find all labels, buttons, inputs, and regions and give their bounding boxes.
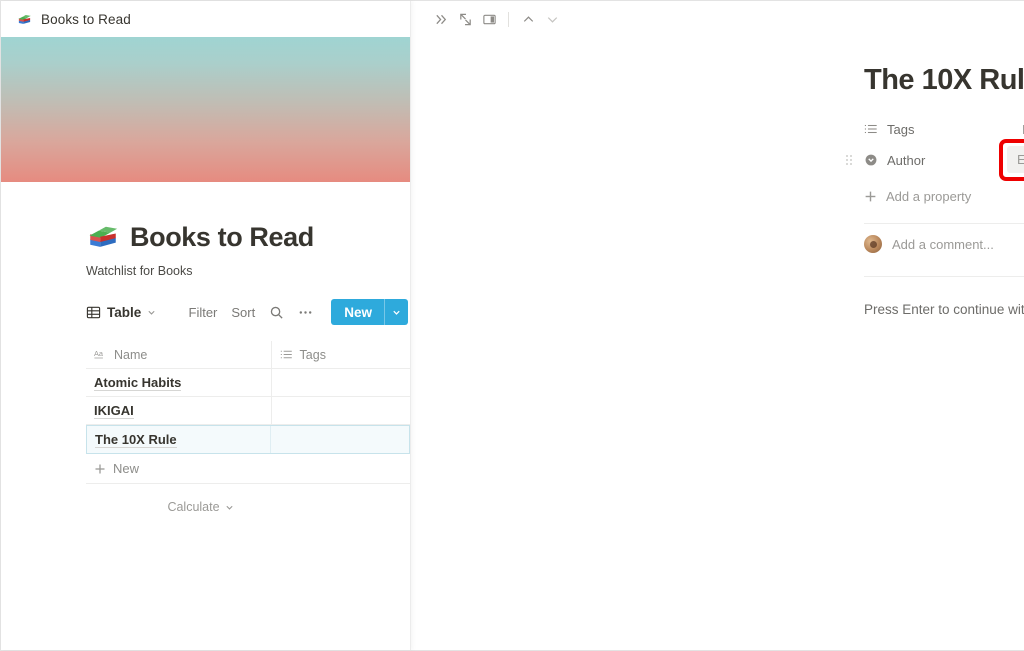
search-icon[interactable]: [269, 305, 284, 320]
page-properties: Tags Empty A: [846, 115, 1024, 211]
add-new-row-label: New: [113, 461, 140, 476]
row-name-cell[interactable]: IKIGAI: [86, 397, 272, 424]
breadcrumb-title[interactable]: Books to Read: [41, 12, 131, 27]
calculate-button[interactable]: Calculate: [167, 500, 233, 514]
property-label-author-text: Author: [887, 152, 926, 168]
table-body: Atomic Habits IKIGAI The 10X Rule: [86, 369, 410, 454]
view-tab-table[interactable]: Table: [86, 305, 156, 320]
row-name-text: The 10X Rule: [95, 431, 177, 448]
database-title-row: Books to Read: [86, 220, 410, 254]
double-chevron-right-icon[interactable]: [429, 7, 453, 31]
view-tab-label: Table: [107, 304, 142, 320]
chevron-down-icon[interactable]: [540, 7, 564, 31]
calculate-row: Calculate: [86, 492, 410, 522]
add-new-row-button[interactable]: New: [86, 454, 410, 484]
page-content: The 10X Rule Tags Empty: [411, 37, 1024, 317]
row-name-cell[interactable]: Atomic Habits: [86, 369, 272, 396]
table-row[interactable]: IKIGAI: [86, 397, 410, 425]
property-row-tags: Tags Empty: [864, 115, 1024, 143]
drag-handle-icon[interactable]: [846, 155, 852, 165]
column-header-tags[interactable]: Tags: [272, 341, 410, 368]
add-property-label: Add a property: [886, 188, 972, 204]
breadcrumb: Books to Read: [1, 1, 410, 37]
table-row[interactable]: Atomic Habits: [86, 369, 410, 397]
chevron-down-icon: [225, 503, 234, 512]
empty-page-hint: Press Enter to continue with an empty pa…: [864, 302, 1024, 317]
add-comment-placeholder: Add a comment...: [892, 236, 994, 252]
database-body: Books to Read Watchlist for Books Table …: [1, 182, 410, 522]
select-circle-chevron-icon: [864, 153, 878, 167]
table-row-selected[interactable]: The 10X Rule: [86, 425, 410, 454]
text-aa-icon: Aa: [94, 348, 107, 361]
database-panel: Books to Read Books to Read Watchlist fo…: [1, 1, 411, 650]
page-peek-panel: Share: [411, 1, 1024, 650]
property-label-tags-text: Tags: [887, 121, 915, 137]
notion-window: Books to Read Books to Read Watchlist fo…: [0, 0, 1024, 651]
multi-select-list-icon: [280, 348, 293, 361]
property-value-tags[interactable]: Empty: [1012, 122, 1024, 137]
database-toolbar: Table Filter Sort New: [86, 299, 410, 325]
page-title[interactable]: The 10X Rule: [864, 64, 1024, 97]
row-name-text: Atomic Habits: [94, 374, 182, 391]
cover-image[interactable]: [1, 37, 410, 182]
books-emoji-icon-large[interactable]: [86, 220, 120, 254]
row-tags-cell[interactable]: [272, 397, 410, 424]
books-emoji-icon: [17, 12, 32, 27]
avatar: [864, 235, 882, 253]
multi-select-list-icon: [864, 122, 878, 136]
table-view-icon: [86, 305, 101, 320]
database-title[interactable]: Books to Read: [130, 222, 314, 253]
sort-button[interactable]: Sort: [231, 305, 255, 320]
toolbar-divider: [508, 11, 509, 27]
chevron-up-icon[interactable]: [516, 7, 540, 31]
database-table: Aa Name Tags Atomic Habits IKIGAI The 10…: [86, 341, 410, 484]
plus-icon: [864, 190, 877, 203]
add-property-button[interactable]: Add a property: [864, 181, 1024, 211]
new-button-label: New: [344, 304, 372, 320]
page-toolbar: Share: [411, 1, 1024, 37]
property-row-author: Author Empty: [846, 139, 1024, 181]
database-description[interactable]: Watchlist for Books: [86, 264, 410, 278]
row-tags-cell[interactable]: [272, 369, 410, 396]
database-header: Books to Read Watchlist for Books Table …: [1, 182, 410, 325]
column-header-name[interactable]: Aa Name: [86, 341, 272, 368]
row-name-cell[interactable]: The 10X Rule: [87, 426, 272, 453]
content-divider-bottom: [864, 276, 1024, 277]
new-button-chevron-down-icon[interactable]: [385, 299, 408, 325]
calculate-label: Calculate: [167, 500, 220, 514]
table-wrapper: Aa Name Tags Atomic Habits IKIGAI The 10…: [1, 341, 410, 522]
empty-page-hint-text: Press Enter to continue with an empty pa…: [864, 302, 1024, 317]
expand-diagonal-icon[interactable]: [453, 7, 477, 31]
property-label-tags[interactable]: Tags: [864, 122, 1012, 137]
database-toolbar-actions: Filter Sort New: [189, 299, 408, 325]
column-header-tags-label: Tags: [299, 347, 326, 362]
plus-icon: [94, 463, 106, 475]
chevron-down-icon: [147, 308, 156, 317]
property-label-author[interactable]: Author: [864, 153, 1012, 168]
svg-text:Aa: Aa: [94, 349, 104, 358]
property-value-author-input[interactable]: Empty: [1007, 146, 1024, 173]
side-peek-panel-icon[interactable]: [477, 7, 501, 31]
column-header-name-label: Name: [114, 347, 148, 362]
table-header-row: Aa Name Tags: [86, 341, 410, 369]
add-comment-row[interactable]: Add a comment...: [864, 224, 1024, 264]
row-name-text: IKIGAI: [94, 402, 134, 419]
ellipsis-icon[interactable]: [298, 305, 313, 320]
filter-button[interactable]: Filter: [189, 305, 218, 320]
row-tags-cell[interactable]: [271, 426, 409, 453]
new-button[interactable]: New: [331, 299, 408, 325]
